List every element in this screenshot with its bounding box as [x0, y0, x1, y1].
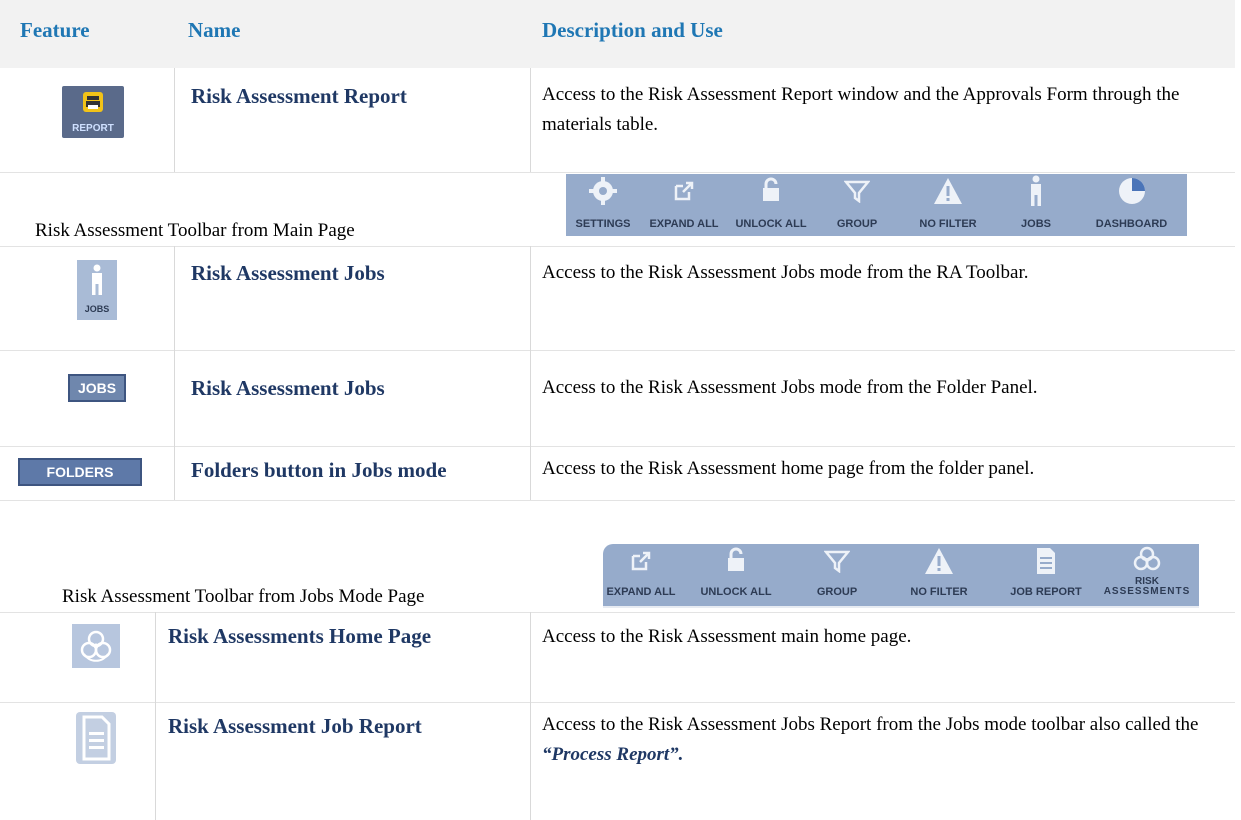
- feature-description: Access to the Risk Assessment home page …: [542, 458, 1035, 479]
- row-divider: [0, 172, 1235, 173]
- row-divider: [0, 446, 1235, 447]
- feature-name: Risk Assessment Jobs: [191, 376, 385, 400]
- feature-description: Access to the Risk Assessment Jobs Repor…: [542, 714, 1199, 765]
- ra-main-toolbar: SETTINGS EXPAND ALL UNLOCK ALL GROUP NO …: [566, 174, 1187, 236]
- toolbar-jobs-caption: Risk Assessment Toolbar from Jobs Mode P…: [62, 586, 425, 607]
- table-header: Feature Name Description and Use: [0, 0, 1235, 68]
- document-icon: [76, 712, 116, 764]
- column-divider: [174, 68, 175, 172]
- column-divider: [155, 612, 156, 820]
- folders-button-icon: FOLDERS: [18, 458, 142, 486]
- header-description: Description and Use: [542, 18, 723, 42]
- jobs-person-icon: JOBS: [77, 260, 117, 320]
- feature-name: Risk Assessment Report: [191, 84, 407, 108]
- feature-description: Access to the Risk Assessment Jobs mode …: [542, 262, 1029, 283]
- toolbar-no-filter[interactable]: NO FILTER: [881, 544, 997, 606]
- toolbar-main-caption: Risk Assessment Toolbar from Main Page: [35, 220, 355, 241]
- toolbar-unlock-all[interactable]: UNLOCK ALL: [728, 174, 814, 236]
- column-divider: [530, 612, 531, 820]
- jobs-button-icon: JOBS: [68, 374, 126, 402]
- toolbar-jobs[interactable]: JOBS: [996, 174, 1076, 236]
- ra-jobs-toolbar: EXPAND ALL UNLOCK ALL GROUP NO FILTER JO…: [603, 544, 1199, 608]
- feature-name: Risk Assessment Job Report: [168, 714, 422, 738]
- column-divider: [530, 68, 531, 172]
- toolbar-group[interactable]: GROUP: [793, 544, 881, 606]
- process-report-emphasis: “Process Report”.: [542, 744, 684, 765]
- row-divider: [0, 500, 1235, 501]
- feature-name: Risk Assessments Home Page: [168, 624, 432, 648]
- column-divider: [174, 246, 175, 500]
- toolbar-expand-all[interactable]: EXPAND ALL: [603, 544, 679, 606]
- toolbar-no-filter[interactable]: NO FILTER: [900, 174, 996, 236]
- feature-name: Folders button in Jobs mode: [191, 458, 447, 482]
- toolbar-dashboard[interactable]: DASHBOARD: [1076, 174, 1187, 236]
- header-feature: Feature: [20, 18, 90, 42]
- row-divider: [0, 246, 1235, 247]
- feature-name: Risk Assessment Jobs: [191, 261, 385, 285]
- header-name: Name: [188, 18, 241, 42]
- toolbar-group[interactable]: GROUP: [814, 174, 900, 236]
- feature-description: Access to the Risk Assessment Report win…: [542, 84, 1180, 135]
- biohazard-icon: [72, 624, 120, 668]
- toolbar-risk-assessments[interactable]: RISK ASSESSMENTS: [1095, 544, 1199, 606]
- toolbar-expand-all[interactable]: EXPAND ALL: [640, 174, 728, 236]
- column-divider: [530, 246, 531, 500]
- feature-description: Access to the Risk Assessment main home …: [542, 626, 912, 647]
- toolbar-settings[interactable]: SETTINGS: [566, 174, 640, 236]
- row-divider: [0, 350, 1235, 351]
- report-printer-icon: REPORT: [62, 86, 124, 138]
- feature-description: Access to the Risk Assessment Jobs mode …: [542, 377, 1038, 398]
- row-divider: [0, 612, 1235, 613]
- toolbar-job-report[interactable]: JOB REPORT: [997, 544, 1095, 606]
- toolbar-unlock-all[interactable]: UNLOCK ALL: [679, 544, 793, 606]
- row-divider: [0, 702, 1235, 703]
